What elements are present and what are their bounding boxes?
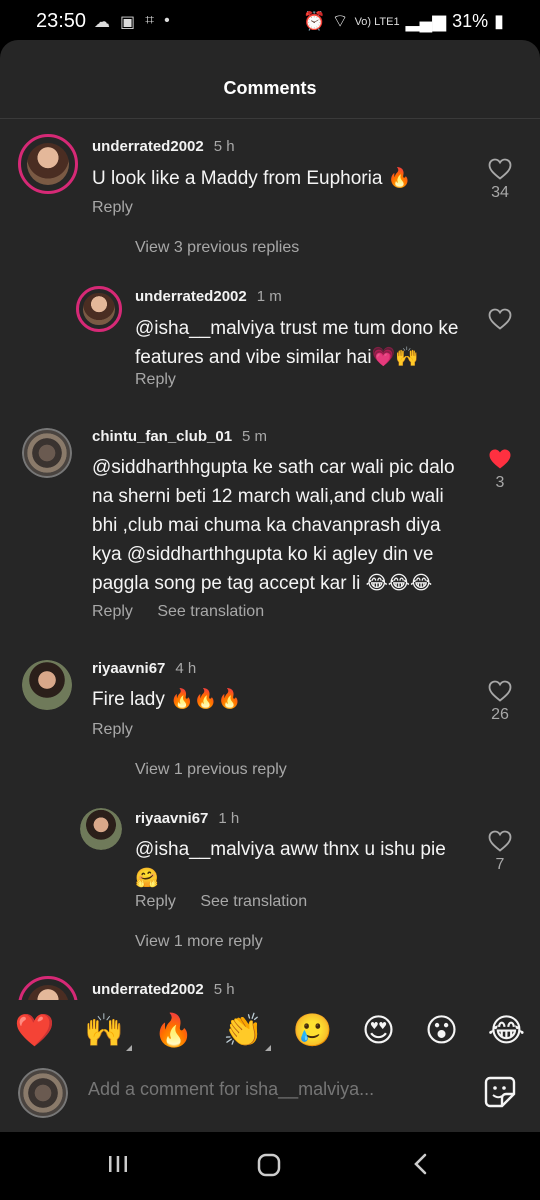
recents-icon[interactable]: [106, 1152, 130, 1176]
cloud-icon: ☁: [94, 14, 110, 31]
signal-icon: ▂▄▆: [405, 11, 447, 31]
battery-text: 31%: [452, 11, 489, 31]
emoji-heart-eyes[interactable]: 😍: [362, 1011, 395, 1049]
title-divider: [0, 118, 540, 119]
emoji-heart[interactable]: ❤️: [15, 1011, 55, 1049]
comment-text: @siddharthhgupta ke sath car wali pic da…: [92, 457, 455, 594]
alarm-icon: ⏰: [303, 11, 326, 31]
view-previous-replies[interactable]: View 1 previous reply: [135, 761, 287, 779]
comment-username[interactable]: underrated2002 5 h: [92, 981, 235, 998]
comment-username[interactable]: riyaavni67 1 h: [135, 810, 239, 827]
comment-username[interactable]: riyaavni67 4 h: [92, 660, 196, 677]
like-button[interactable]: 26: [480, 680, 520, 724]
sticker-icon[interactable]: [482, 1074, 518, 1110]
heart-icon: [488, 158, 512, 180]
emoji-surprised[interactable]: 😮: [425, 1011, 458, 1049]
comment-input[interactable]: [86, 1078, 470, 1101]
home-icon[interactable]: [256, 1152, 282, 1178]
dot-icon: •: [164, 12, 170, 29]
avatar[interactable]: [76, 286, 122, 332]
like-count: 3: [495, 474, 505, 491]
like-button[interactable]: 7: [480, 830, 520, 874]
sheet-title: Comments: [223, 78, 317, 98]
heart-icon: [488, 830, 512, 852]
screenshot-icon: ⌗: [145, 12, 155, 29]
my-avatar: [18, 1068, 68, 1118]
heart-icon: [488, 680, 512, 702]
heart-filled-icon: [489, 449, 511, 469]
comment-actions: Reply See translation: [92, 603, 284, 621]
heart-icon: [488, 308, 512, 330]
reply-button[interactable]: Reply: [135, 893, 176, 910]
avatar[interactable]: [80, 808, 122, 850]
emoji-raised-hands[interactable]: 🙌: [84, 1011, 133, 1051]
status-bar: 23:50 ☁ ▣ ⌗ • ⏰ ⌔ Vo) LTE1 ▂▄▆ 31% ▮: [0, 0, 540, 44]
like-count: 26: [491, 706, 509, 723]
reply-button[interactable]: Reply: [135, 371, 176, 388]
comment-text: U look like a Maddy from Euphoria 🔥: [92, 168, 412, 189]
comment-actions: Reply: [92, 721, 153, 739]
like-button[interactable]: 3: [480, 448, 520, 492]
comment-username[interactable]: underrated2002 1 m: [135, 288, 282, 305]
view-more-replies[interactable]: View 1 more reply: [135, 933, 263, 951]
comment-text: @isha__malviya aww thnx u ishu pie 🤗: [135, 839, 446, 889]
like-button[interactable]: 34: [480, 158, 520, 202]
see-translation-button[interactable]: See translation: [200, 893, 307, 910]
comment-actions: Reply: [135, 371, 196, 389]
emoji-fire[interactable]: 🔥: [154, 1011, 194, 1049]
comment-text: Fire lady 🔥🔥🔥: [92, 689, 242, 710]
emoji-laughing[interactable]: 😂: [488, 1011, 525, 1049]
wifi-icon: ⌔: [331, 11, 349, 31]
avatar[interactable]: [18, 134, 78, 194]
avatar[interactable]: [22, 428, 72, 478]
comment-text: @isha__malviya trust me tum dono ke feat…: [135, 318, 459, 368]
reply-button[interactable]: Reply: [92, 721, 133, 738]
comments-sheet: Comments underrated2002 5 h U look like a…: [0, 40, 540, 1132]
image-icon: ▣: [120, 14, 136, 31]
see-translation-button[interactable]: See translation: [157, 603, 264, 620]
battery-icon: ▮: [494, 11, 504, 31]
status-notification-icons: ☁ ▣ ⌗ •: [94, 12, 170, 32]
comment-actions: Reply See translation: [135, 893, 327, 911]
like-count: 7: [495, 856, 505, 873]
network-label: Vo) LTE1: [354, 15, 400, 28]
back-icon[interactable]: [410, 1152, 432, 1176]
emoji-crying-smile[interactable]: 🥲: [292, 1011, 332, 1049]
avatar[interactable]: [22, 660, 72, 710]
like-button[interactable]: [480, 308, 520, 330]
view-previous-replies[interactable]: View 3 previous replies: [135, 239, 299, 257]
comment-username[interactable]: underrated2002 5 h: [92, 138, 235, 155]
comment-actions: Reply: [92, 199, 153, 217]
system-nav-bar: [0, 1132, 540, 1200]
like-count: 34: [491, 184, 509, 201]
comment-input-row: [0, 1060, 540, 1132]
status-time: 23:50: [36, 10, 87, 32]
emoji-clap[interactable]: 👏: [223, 1011, 271, 1051]
reply-button[interactable]: Reply: [92, 199, 133, 216]
emoji-reaction-bar: ❤️ 🙌 🔥 👏 🥲 😍 😮 😂: [0, 1000, 540, 1060]
reply-button[interactable]: Reply: [92, 603, 133, 620]
comment-username[interactable]: chintu_fan_club_01 5 m: [92, 428, 267, 445]
status-right-icons: ⏰ ⌔ Vo) LTE1 ▂▄▆ 31% ▮: [303, 10, 504, 33]
